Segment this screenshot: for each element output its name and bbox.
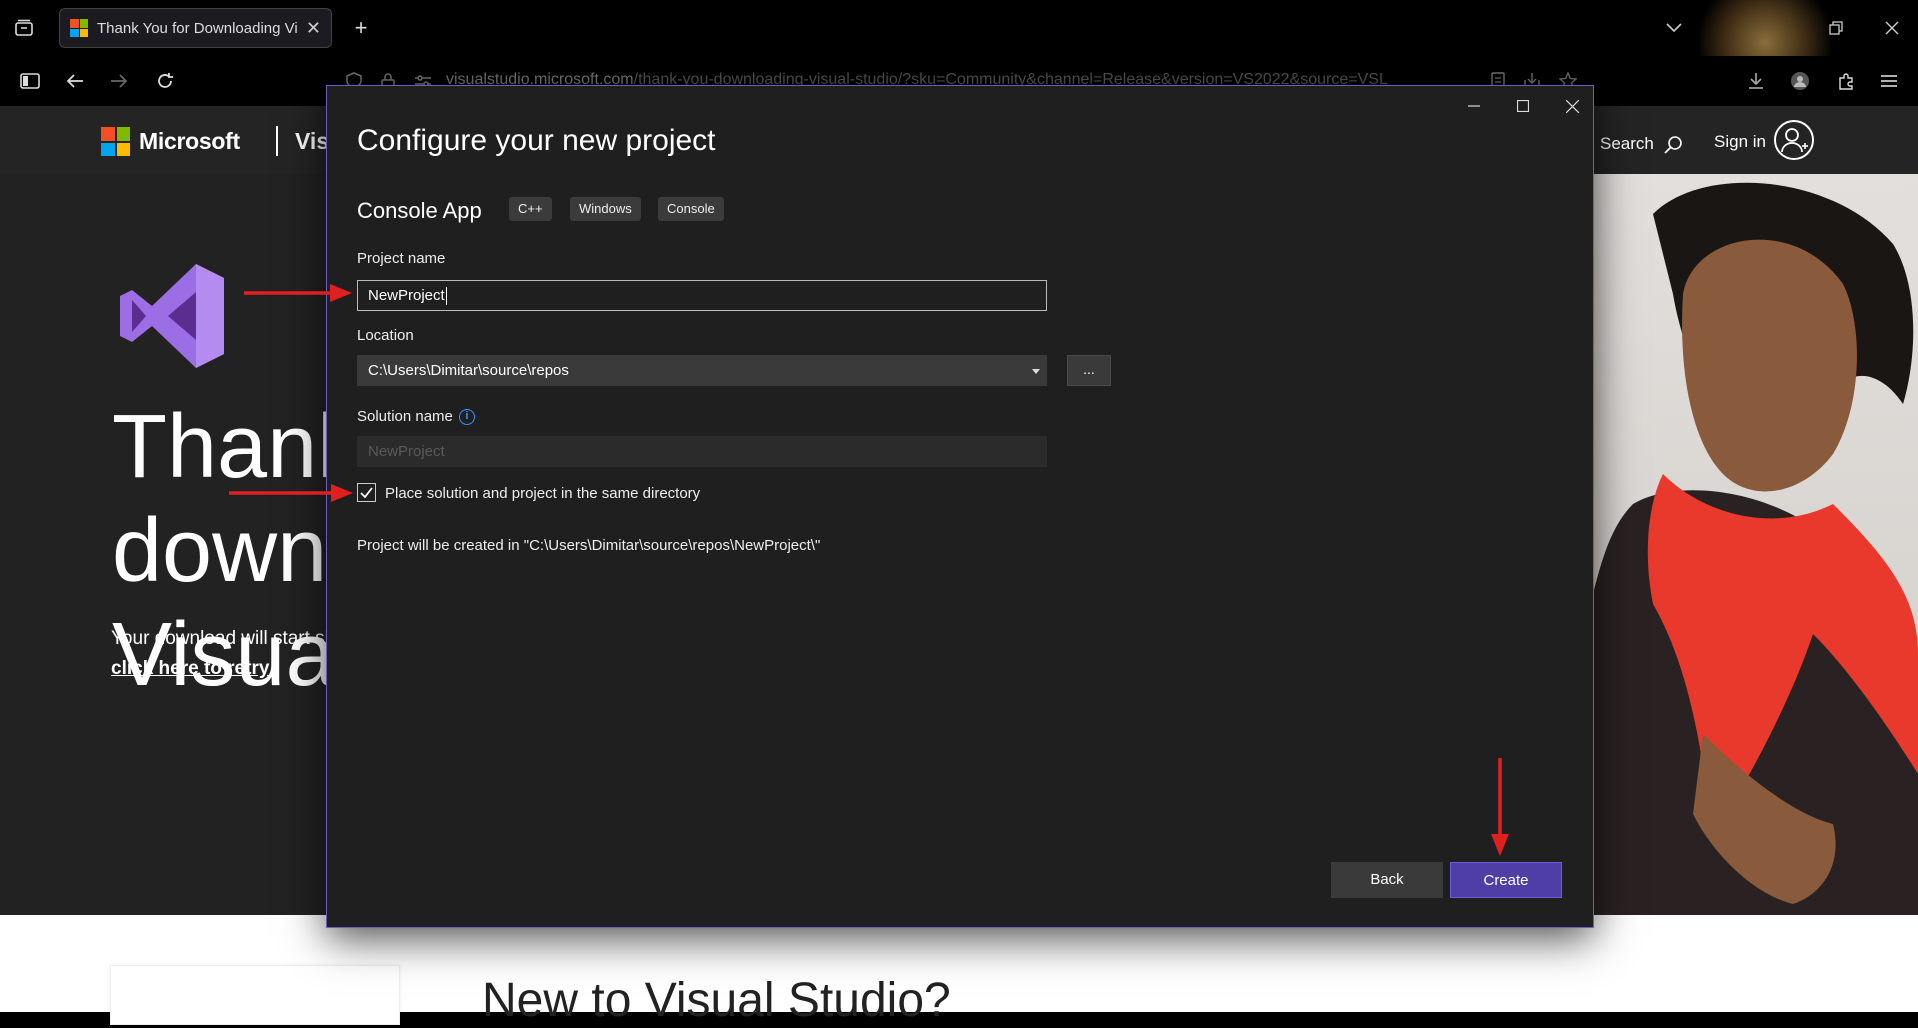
- reload-icon[interactable]: [147, 63, 183, 99]
- close-window-icon[interactable]: [1874, 10, 1910, 46]
- header-divider: [276, 126, 278, 156]
- info-icon[interactable]: i: [458, 409, 475, 426]
- tag-project-type: Console: [658, 197, 724, 221]
- minimize-icon[interactable]: [1454, 92, 1494, 120]
- list-all-tabs-icon[interactable]: [1656, 10, 1692, 46]
- project-name-input[interactable]: NewProject: [357, 280, 1047, 311]
- product-name[interactable]: Vis: [295, 128, 329, 155]
- headline-line-2: down: [112, 501, 328, 601]
- headline-line-1: Thank: [112, 397, 363, 497]
- user-avatar-icon[interactable]: [1774, 120, 1814, 160]
- promo-card: [110, 965, 400, 1025]
- tab-close-icon[interactable]: ✕: [306, 18, 321, 39]
- download-icon[interactable]: [1738, 63, 1774, 99]
- annotation-arrow-project-name: [244, 284, 352, 302]
- solution-name-label: Solution name: [357, 408, 453, 425]
- location-combobox[interactable]: C:\Users\Dimitar\source\repos: [357, 355, 1047, 386]
- account-avatar-icon[interactable]: [1782, 63, 1818, 99]
- location-value: C:\Users\Dimitar\source\repos: [368, 362, 569, 379]
- same-directory-label[interactable]: Place solution and project in the same d…: [385, 485, 700, 502]
- solution-name-input: NewProject: [357, 436, 1047, 467]
- project-path-summary: Project will be created in "C:\Users\Dim…: [357, 537, 821, 554]
- search-icon: [1663, 135, 1682, 154]
- tab-list-icon[interactable]: [6, 10, 42, 46]
- microsoft-logo[interactable]: Microsoft: [101, 127, 240, 156]
- solution-name-label-row: Solution name i: [357, 408, 475, 426]
- close-icon[interactable]: [1552, 92, 1592, 120]
- tag-language: C++: [509, 197, 552, 221]
- annotation-arrow-create: [1491, 758, 1509, 856]
- browser-tab-bar: Thank You for Downloading Vis ✕ +: [0, 0, 1918, 106]
- browser-tab-active[interactable]: Thank You for Downloading Vis ✕: [59, 8, 332, 48]
- sign-in-link[interactable]: Sign in: [1714, 132, 1766, 152]
- same-directory-checkbox[interactable]: [357, 483, 376, 502]
- solution-name-placeholder: NewProject: [368, 443, 445, 460]
- location-label: Location: [357, 327, 414, 344]
- page-lower-section: New to Visual Studio?: [0, 915, 1918, 1027]
- microsoft-logo-icon: [101, 127, 130, 156]
- headline-line-3: Visual: [112, 605, 356, 705]
- hero-photo: [1593, 174, 1918, 915]
- browse-location-button[interactable]: ...: [1067, 355, 1111, 386]
- sidebar-toggle-icon[interactable]: [12, 63, 48, 99]
- menu-icon[interactable]: [1871, 63, 1907, 99]
- configure-project-dialog: Configure your new project Console App C…: [326, 85, 1594, 928]
- create-button[interactable]: Create: [1450, 862, 1562, 898]
- section-heading: New to Visual Studio?: [482, 974, 951, 1027]
- back-button[interactable]: Back: [1331, 862, 1443, 898]
- download-status-text: Your download will start sh: [111, 628, 336, 649]
- extensions-icon[interactable]: [1828, 63, 1864, 99]
- back-arrow-icon[interactable]: [57, 63, 93, 99]
- project-name-value: NewProject: [368, 287, 445, 304]
- dropdown-arrow-icon: [1032, 369, 1040, 374]
- project-name-label: Project name: [357, 250, 446, 267]
- restore-window-icon[interactable]: [1818, 10, 1854, 46]
- new-tab-button[interactable]: +: [343, 10, 379, 46]
- tab-title: Thank You for Downloading Vis: [97, 19, 297, 37]
- text-cursor: [445, 287, 447, 306]
- microsoft-favicon-icon: [70, 19, 88, 37]
- search-label: Search: [1600, 134, 1654, 153]
- site-search-button[interactable]: Search: [1600, 134, 1683, 155]
- dialog-title: Configure your new project: [357, 124, 716, 157]
- checkmark-icon: [360, 487, 373, 499]
- visual-studio-logo-icon: [116, 260, 228, 377]
- forward-arrow-icon[interactable]: [101, 63, 137, 99]
- maximize-icon[interactable]: [1503, 92, 1543, 120]
- annotation-arrow-checkbox: [229, 484, 353, 502]
- tag-platform: Windows: [570, 197, 641, 221]
- retry-download-link[interactable]: click here to retry: [111, 658, 269, 680]
- brand-name: Microsoft: [139, 128, 240, 154]
- template-name: Console App: [357, 198, 482, 223]
